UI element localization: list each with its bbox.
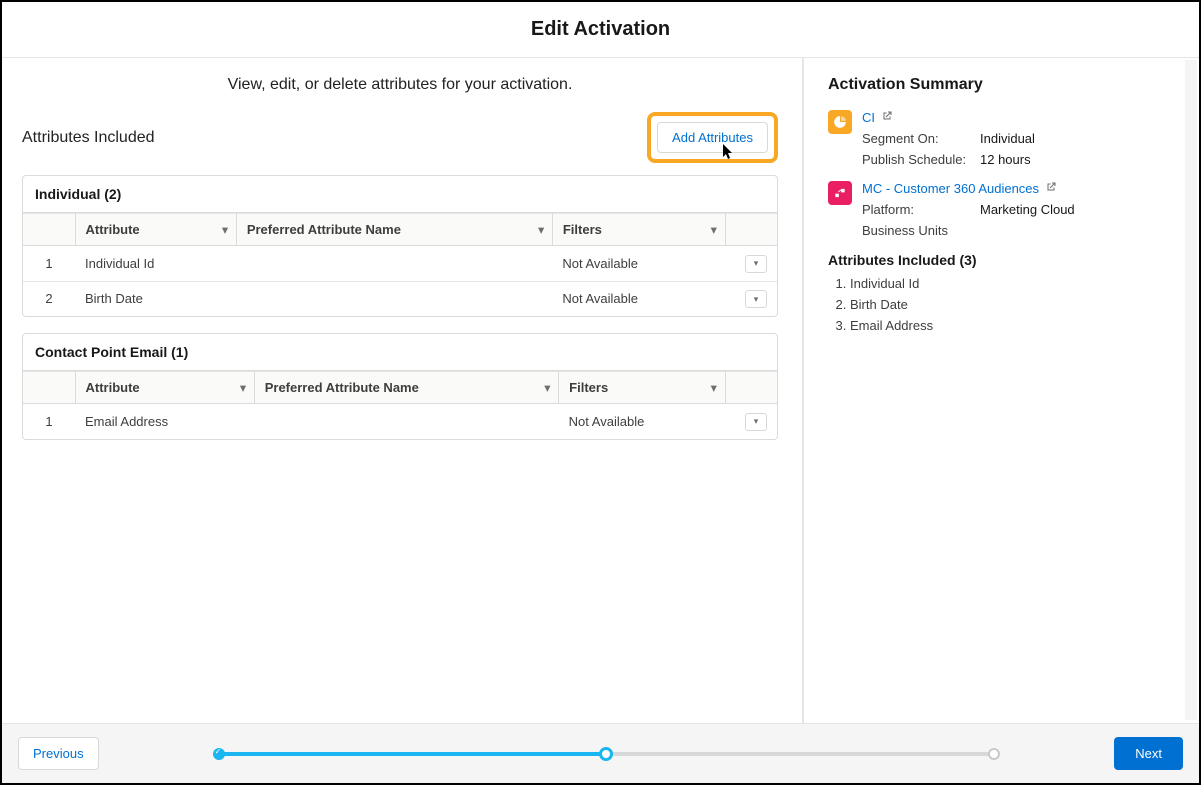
col-num [23, 214, 75, 246]
col-filters-label: Filters [569, 380, 608, 395]
col-preferred-label: Preferred Attribute Name [247, 222, 401, 237]
segment-on-label: Segment On: [862, 131, 980, 146]
scrollbar[interactable] [1185, 60, 1197, 720]
list-item: Individual Id [850, 276, 1175, 291]
main-panel: View, edit, or delete attributes for you… [2, 58, 804, 723]
sidebar-title: Activation Summary [828, 76, 1175, 94]
add-attributes-highlight: Add Attributes [647, 112, 778, 163]
sidebar-panel: Activation Summary CI Segment On: Indivi… [804, 58, 1199, 723]
col-attribute-label: Attribute [86, 222, 140, 237]
attr-pref [254, 404, 558, 439]
row-actions-menu[interactable]: ▾ [745, 290, 767, 308]
external-link-icon [881, 110, 893, 125]
attributes-table: Attribute ▾ Preferred Attribute Name ▾ F… [23, 213, 777, 316]
row-actions-menu[interactable]: ▾ [745, 255, 767, 273]
row-actions-menu[interactable]: ▾ [745, 413, 767, 431]
col-attribute-label: Attribute [86, 380, 140, 395]
col-filters-label: Filters [563, 222, 602, 237]
segment-icon [828, 110, 852, 134]
sidebar-attributes-title: Attributes Included (3) [828, 252, 1175, 268]
progress-step-done[interactable] [213, 748, 225, 760]
table-row: 1 Email Address Not Available ▾ [23, 404, 777, 439]
attr-name: Individual Id [75, 246, 236, 282]
attributes-included-title: Attributes Included [22, 129, 155, 147]
attr-filters: Not Available [552, 281, 725, 316]
chevron-down-icon[interactable]: ▾ [711, 223, 717, 236]
content-area: View, edit, or delete attributes for you… [2, 58, 1199, 723]
chevron-down-icon[interactable]: ▾ [240, 381, 246, 394]
main-description: View, edit, or delete attributes for you… [22, 76, 778, 94]
chevron-down-icon[interactable]: ▾ [538, 223, 544, 236]
col-filters[interactable]: Filters ▾ [552, 214, 725, 246]
chevron-down-icon[interactable]: ▾ [545, 381, 551, 394]
col-attribute[interactable]: Attribute ▾ [75, 372, 254, 404]
publish-schedule-value: 12 hours [980, 152, 1031, 167]
external-link-icon [1045, 181, 1057, 196]
list-item: Birth Date [850, 297, 1175, 312]
mc-link[interactable]: MC - Customer 360 Audiences [862, 181, 1057, 196]
mc-link-label: MC - Customer 360 Audiences [862, 181, 1039, 196]
col-preferred-name[interactable]: Preferred Attribute Name ▾ [236, 214, 552, 246]
segment-on-value: Individual [980, 131, 1035, 146]
summary-card-ci: CI Segment On: Individual Publish Schedu… [828, 110, 1175, 167]
attribute-group-contact-point-email: Contact Point Email (1) Attribute ▾ Pref… [22, 333, 778, 440]
attr-name: Email Address [75, 404, 254, 439]
col-num [23, 372, 75, 404]
next-button[interactable]: Next [1114, 737, 1183, 770]
previous-button[interactable]: Previous [18, 737, 99, 770]
business-units-label: Business Units [862, 223, 980, 238]
progress-indicator [219, 746, 995, 762]
col-preferred-label: Preferred Attribute Name [265, 380, 419, 395]
progress-step-current[interactable] [599, 747, 613, 761]
footer-bar: Previous Next [2, 723, 1199, 783]
attr-filters: Not Available [552, 246, 725, 282]
table-row: 2 Birth Date Not Available ▾ [23, 281, 777, 316]
row-num: 1 [23, 246, 75, 282]
publish-schedule-label: Publish Schedule: [862, 152, 980, 167]
sidebar-attributes-list: Individual Id Birth Date Email Address [828, 276, 1175, 333]
modal-title: Edit Activation [531, 18, 670, 41]
group-title: Individual (2) [23, 176, 777, 213]
attr-pref [236, 281, 552, 316]
ci-link-label: CI [862, 110, 875, 125]
chevron-down-icon[interactable]: ▾ [711, 381, 717, 394]
summary-card-mc: MC - Customer 360 Audiences Platform: Ma… [828, 181, 1175, 238]
row-num: 2 [23, 281, 75, 316]
col-filters[interactable]: Filters ▾ [559, 372, 725, 404]
add-attributes-button[interactable]: Add Attributes [657, 122, 768, 153]
attributes-table: Attribute ▾ Preferred Attribute Name ▾ F… [23, 371, 777, 439]
platform-value: Marketing Cloud [980, 202, 1075, 217]
chevron-down-icon[interactable]: ▾ [222, 223, 228, 236]
modal-header: Edit Activation [2, 2, 1199, 58]
progress-fill [219, 752, 607, 756]
attributes-header-row: Attributes Included Add Attributes [22, 112, 778, 163]
attr-filters: Not Available [559, 404, 725, 439]
attribute-group-individual: Individual (2) Attribute ▾ Preferred Att… [22, 175, 778, 317]
attr-pref [236, 246, 552, 282]
col-actions [725, 372, 777, 404]
ci-link[interactable]: CI [862, 110, 893, 125]
target-icon [828, 181, 852, 205]
col-preferred-name[interactable]: Preferred Attribute Name ▾ [254, 372, 558, 404]
table-row: 1 Individual Id Not Available ▾ [23, 246, 777, 282]
attr-name: Birth Date [75, 281, 236, 316]
group-title: Contact Point Email (1) [23, 334, 777, 371]
list-item: Email Address [850, 318, 1175, 333]
col-attribute[interactable]: Attribute ▾ [75, 214, 236, 246]
col-actions [725, 214, 777, 246]
progress-step-future[interactable] [988, 748, 1000, 760]
row-num: 1 [23, 404, 75, 439]
platform-label: Platform: [862, 202, 980, 217]
